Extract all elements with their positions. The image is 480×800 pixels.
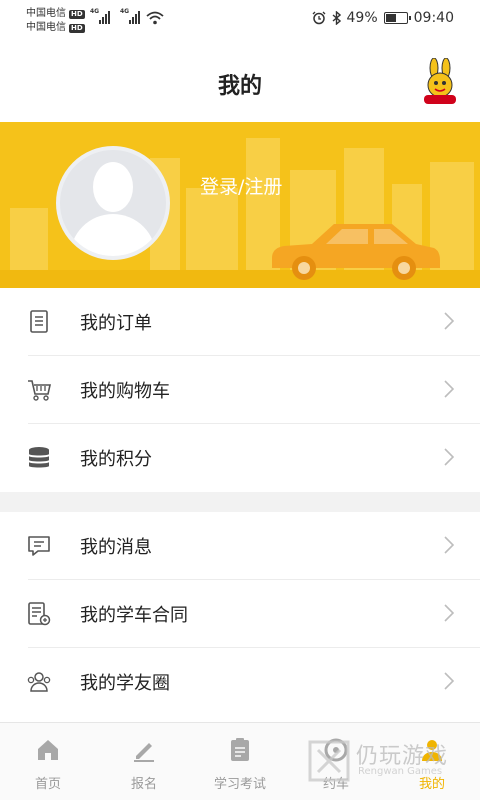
alarm-icon	[312, 11, 325, 25]
carrier-2-label: 中国电信	[26, 22, 66, 33]
menu-label: 我的消息	[80, 537, 152, 558]
carrier-info: 中国电信 HD 中国电信 HD	[26, 7, 85, 35]
watermark-logo-icon	[308, 740, 350, 782]
chevron-right-icon	[444, 380, 454, 398]
battery-percent: 49%	[346, 10, 378, 26]
avatar[interactable]	[56, 146, 170, 260]
chevron-right-icon	[444, 604, 454, 622]
menu-item-orders[interactable]: 我的订单	[0, 288, 480, 356]
carrier-1-label: 中国电信	[26, 8, 66, 19]
watermark: 仍玩游戏 Rengwan Games	[302, 736, 472, 788]
chevron-right-icon	[444, 312, 454, 330]
signal-icon: 4G	[120, 8, 142, 24]
bluetooth-icon	[332, 11, 341, 25]
battery-icon	[383, 12, 411, 24]
menu-group-1: 我的订单 我的购物车 我的积分	[0, 288, 480, 492]
menu-label: 我的积分	[80, 449, 152, 470]
cart-icon	[28, 380, 51, 401]
menu-label: 我的学友圈	[80, 673, 170, 694]
menu-item-points[interactable]: 我的积分	[0, 424, 480, 492]
order-icon	[30, 310, 48, 333]
study-icon	[231, 738, 249, 761]
menu-item-cart[interactable]: 我的购物车	[0, 356, 480, 424]
rabbit-mascot-icon[interactable]	[418, 58, 462, 106]
home-icon	[38, 740, 58, 760]
tab-signup[interactable]: 报名	[96, 723, 192, 800]
network-type: 4G	[90, 8, 100, 15]
chevron-right-icon	[444, 448, 454, 466]
hd-badge: HD	[69, 9, 85, 19]
menu-item-messages[interactable]: 我的消息	[0, 512, 480, 580]
menu-item-friends[interactable]: 我的学友圈	[0, 648, 480, 716]
page-title: 我的	[217, 74, 262, 99]
tab-home[interactable]: 首页	[0, 723, 96, 800]
clock: 09:40	[413, 10, 454, 26]
friends-icon	[27, 672, 51, 692]
section-divider	[0, 492, 480, 512]
message-icon	[28, 536, 50, 556]
chevron-right-icon	[444, 536, 454, 554]
menu-item-contract[interactable]: 我的学车合同	[0, 580, 480, 648]
points-icon	[29, 447, 49, 468]
signal-icon: 4G	[90, 8, 112, 24]
contract-icon	[28, 602, 51, 626]
signal-icons: 4G 4G	[90, 8, 142, 24]
watermark-subtext: Rengwan Games	[358, 766, 443, 777]
login-register-link[interactable]: 登录/注册	[200, 172, 282, 199]
menu-label: 我的订单	[80, 313, 152, 334]
tab-study[interactable]: 学习考试	[192, 723, 288, 800]
menu-group-2: 我的消息 我的学车合同 我的学友圈	[0, 512, 480, 716]
signup-icon	[134, 743, 154, 762]
network-type: 4G	[120, 8, 130, 15]
tab-label: 学习考试	[213, 777, 266, 792]
profile-banner: 登录/注册	[0, 122, 480, 288]
car-illustration	[272, 224, 440, 280]
status-right: 49% 09:40	[312, 10, 454, 26]
hd-badge: HD	[69, 23, 85, 33]
chevron-right-icon	[444, 672, 454, 690]
menu-label: 我的购物车	[80, 381, 170, 402]
tab-label: 报名	[130, 777, 157, 792]
tab-label: 首页	[34, 777, 61, 792]
wifi-icon	[146, 11, 164, 25]
status-bar: 中国电信 HD 中国电信 HD 4G 4G 49% 09:40	[0, 0, 480, 40]
header: 我的	[0, 40, 480, 122]
menu-label: 我的学车合同	[80, 605, 188, 626]
